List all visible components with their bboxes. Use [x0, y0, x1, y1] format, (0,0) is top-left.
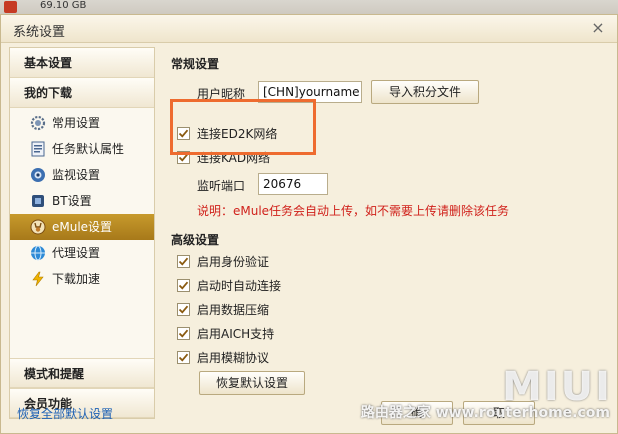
check-icon	[178, 329, 189, 338]
sidebar-item-label: 任务默认属性	[52, 142, 125, 156]
title-bar: 系统设置 ×	[1, 15, 617, 43]
kad-label: 连接KAD网络	[197, 151, 271, 165]
check-icon	[178, 129, 189, 138]
sidebar-item-task-default[interactable]: 任务默认属性	[10, 136, 154, 162]
background-disk-size: 69.10 GB	[40, 0, 87, 11]
listen-port-label: 监听端口	[197, 179, 246, 193]
gear-icon	[30, 115, 46, 131]
system-settings-dialog: 系统设置 × 基本设置 我的下载 常用设置 任务默认属性 监视设置 BT设置 e…	[0, 14, 618, 434]
sidebar-item-label: 常用设置	[52, 116, 101, 130]
sidebar-section-mode[interactable]: 模式和提醒	[10, 358, 154, 388]
obfuscation-label: 启用模糊协议	[197, 351, 270, 365]
sidebar-item-label: 监视设置	[52, 168, 101, 182]
upload-note: 说明：eMule任务会自动上传，如不需要上传请删除该任务	[197, 204, 510, 218]
sidebar-item-label: eMule设置	[52, 220, 113, 234]
ok-button[interactable]: 确	[381, 401, 453, 425]
task-list-icon	[31, 141, 45, 157]
close-icon[interactable]: ×	[589, 19, 607, 37]
monitor-eye-icon	[31, 168, 45, 182]
aich-label: 启用AICH支持	[197, 327, 275, 341]
sidebar-item-common[interactable]: 常用设置	[10, 110, 154, 136]
dialog-title: 系统设置	[13, 25, 66, 40]
emule-settings-panel: 常规设置 用户昵称 [CHN]yourname 导入积分文件 连接ED2K网络 …	[159, 47, 609, 397]
autoconnect-checkbox[interactable]	[177, 279, 190, 292]
globe-icon	[31, 245, 45, 261]
check-icon	[178, 153, 189, 162]
check-icon	[178, 257, 189, 266]
check-icon	[178, 281, 189, 290]
auth-label: 启用身份验证	[197, 255, 270, 269]
background-window-strip: 69.10 GB	[0, 0, 618, 14]
sidebar-item-emule[interactable]: eMule设置	[10, 214, 154, 240]
aich-checkbox[interactable]	[177, 327, 190, 340]
autoconnect-option: 启动时自动连接	[177, 277, 281, 295]
cancel-button[interactable]: 取	[463, 401, 535, 425]
check-icon	[178, 353, 189, 362]
aich-option: 启用AICH支持	[177, 325, 274, 343]
general-settings-title: 常规设置	[171, 57, 220, 71]
sidebar-section-downloads[interactable]: 我的下载	[10, 78, 154, 108]
ed2k-label: 连接ED2K网络	[197, 127, 278, 141]
lightning-icon	[32, 271, 44, 287]
sidebar-item-bt[interactable]: BT设置	[10, 188, 154, 214]
restore-all-defaults-link[interactable]: 恢复全部默认设置	[17, 405, 113, 422]
compression-label: 启用数据压缩	[197, 303, 270, 317]
emule-donkey-icon	[30, 219, 46, 235]
sidebar-item-label: 代理设置	[52, 246, 101, 260]
background-app-icon	[4, 1, 17, 13]
sidebar-item-monitor[interactable]: 监视设置	[10, 162, 154, 188]
bt-icon	[32, 195, 44, 207]
sidebar-item-proxy[interactable]: 代理设置	[10, 240, 154, 266]
settings-sidebar: 基本设置 我的下载 常用设置 任务默认属性 监视设置 BT设置 eMule设置 …	[9, 47, 155, 419]
obfuscation-option: 启用模糊协议	[177, 349, 269, 367]
sidebar-item-label: 下载加速	[52, 272, 101, 286]
kad-option: 连接KAD网络	[177, 149, 270, 167]
compression-option: 启用数据压缩	[177, 301, 269, 319]
auth-option: 启用身份验证	[177, 253, 269, 271]
listen-port-input[interactable]: 20676	[258, 173, 328, 195]
compression-checkbox[interactable]	[177, 303, 190, 316]
kad-checkbox[interactable]	[177, 151, 190, 164]
import-credits-button[interactable]: 导入积分文件	[371, 80, 479, 104]
advanced-settings-title: 高级设置	[171, 233, 220, 247]
ed2k-checkbox[interactable]	[177, 127, 190, 140]
sidebar-item-label: BT设置	[52, 194, 92, 208]
downloads-nav-list: 常用设置 任务默认属性 监视设置 BT设置 eMule设置 代理设置 下载加速	[10, 108, 154, 294]
check-icon	[178, 305, 189, 314]
sidebar-section-basic[interactable]: 基本设置	[10, 48, 154, 78]
nickname-label: 用户昵称	[197, 87, 246, 101]
auth-checkbox[interactable]	[177, 255, 190, 268]
autoconnect-label: 启动时自动连接	[197, 279, 282, 293]
restore-defaults-button[interactable]: 恢复默认设置	[199, 371, 305, 395]
sidebar-item-speedup[interactable]: 下载加速	[10, 266, 154, 292]
obfuscation-checkbox[interactable]	[177, 351, 190, 364]
ed2k-option: 连接ED2K网络	[177, 125, 277, 143]
nickname-input[interactable]: [CHN]yourname	[258, 81, 362, 103]
